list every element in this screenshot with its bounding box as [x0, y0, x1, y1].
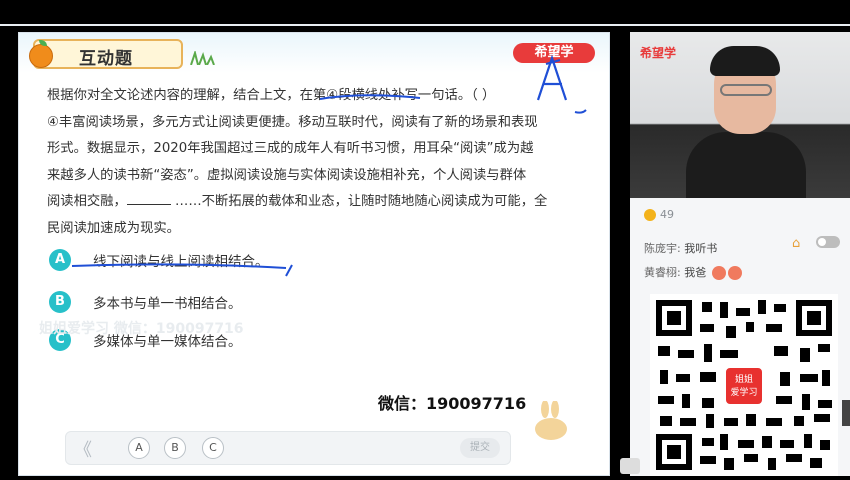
option-b[interactable]: B 多本书与单一书相结合。: [49, 290, 242, 314]
emoji-icon: [711, 266, 726, 280]
top-bar: [0, 0, 850, 26]
grass-icon: [190, 51, 215, 65]
chat-message: 黄睿栩: 我爸: [644, 264, 742, 280]
house-icon[interactable]: ⌂: [792, 236, 800, 251]
answer-bar: 《 A B C 提交: [65, 431, 511, 465]
orange-icon: [29, 40, 53, 68]
chat-message: 陈庞宇: 我听书: [644, 240, 717, 256]
answer-button-a[interactable]: A: [128, 437, 150, 459]
question-line: 来越多人的读书新“姿态”。虚拟阅读设施与实体阅读设施相补充，个人阅读与群体: [47, 167, 527, 183]
chat-text: 我爸: [684, 266, 707, 279]
brand-badge: 希望学: [513, 43, 595, 63]
question-text-part: 阅读相交融，: [47, 194, 127, 209]
option-a[interactable]: A 线下阅读与线上阅读相结合。: [49, 248, 269, 272]
answer-button-b[interactable]: B: [164, 437, 186, 459]
answer-button-c[interactable]: C: [202, 437, 224, 459]
answer-blank: [126, 190, 171, 205]
teacher-video: 希望学: [630, 32, 850, 198]
teacher-shirt: [686, 132, 806, 198]
wechat-overlay: 微信：190097716: [378, 394, 527, 413]
question-line: 民阅读加速成为现实。: [47, 220, 180, 236]
chat-text: 我听书: [684, 242, 718, 255]
scrollbar[interactable]: [842, 400, 850, 426]
coin-value: 49: [660, 208, 674, 221]
question-line: 阅读相交融， ……不断拓展的载体和业态，让随时随地随心阅读成为可能，全: [47, 189, 593, 216]
chat-toggle[interactable]: [816, 236, 840, 248]
qr-logo-text: 爱学习: [730, 388, 758, 398]
question-line: ④丰富阅读场景，多元方式让阅读更便捷。移动互联时代，阅读有了新的场景和表现: [47, 114, 538, 130]
option-letter: B: [49, 291, 71, 313]
qr-code: 姐姐 爱学习: [650, 294, 838, 476]
title-tag: 互动题: [29, 39, 183, 69]
submit-button[interactable]: 提交: [460, 438, 500, 458]
qr-logo-badge: 姐姐 爱学习: [724, 366, 764, 406]
teacher-glasses: [720, 84, 772, 96]
slide-header: 互动题 希望学: [19, 33, 609, 73]
coin-count: 49: [644, 208, 674, 221]
option-text: 线下阅读与线上阅读相结合。: [93, 254, 269, 270]
slide-title: 互动题: [79, 49, 133, 69]
right-panel: 希望学 49 陈庞宇: 我听书 ⌂ 黄睿栩: 我爸 姐姐 爱学习: [630, 32, 850, 476]
emoji-icon: [727, 266, 742, 280]
question-text-part: ……不断拓展的载体和业态，让随时随地随心阅读成为可能，全: [175, 194, 548, 209]
video-brand: 希望学: [640, 46, 677, 60]
qr-logo-text: 姐姐: [734, 375, 753, 385]
chat-name: 黄睿栩:: [644, 266, 681, 279]
question-line: 根据你对全文论述内容的理解，结合上文，在第④段横线处补写一句话。（ ）: [47, 88, 496, 103]
rabbit-illustration: [535, 401, 567, 440]
coin-icon: [644, 208, 656, 221]
watermark: 姐姐爱学习 微信：190097716: [39, 321, 244, 337]
chat-name: 陈庞宇:: [644, 242, 681, 255]
option-text: 多本书与单一书相结合。: [93, 296, 242, 312]
option-letter: A: [49, 249, 71, 271]
teacher-hair: [710, 46, 780, 76]
question-line: 形式。数据显示，2020年我国超过三成的成年人有听书习惯，用耳朵“阅读”成为越: [47, 141, 534, 156]
small-tool-icon[interactable]: [620, 458, 640, 474]
prev-button[interactable]: 《: [74, 436, 92, 462]
question-text: 根据你对全文论述内容的理解，结合上文，在第④段横线处补写一句话。（ ） ④丰富阅…: [47, 83, 593, 242]
